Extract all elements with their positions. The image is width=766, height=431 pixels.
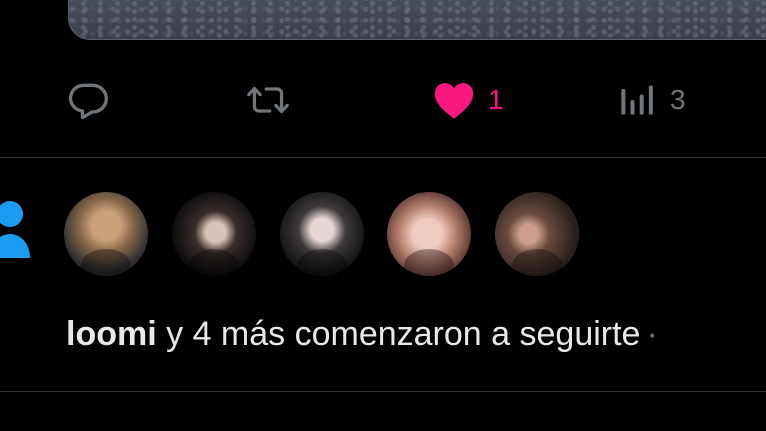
notification-message: y 4 más comenzaron a seguirte: [156, 315, 641, 353]
like-count: 1: [488, 84, 504, 115]
avatar-loomi[interactable]: [64, 192, 148, 276]
views-button[interactable]: 3: [614, 70, 686, 130]
like-button[interactable]: 1: [432, 70, 504, 130]
separator-dot: ·: [646, 315, 658, 353]
notification-username[interactable]: loomi: [66, 315, 157, 353]
views-icon: [614, 78, 658, 122]
avatar[interactable]: [495, 192, 579, 276]
notification-text[interactable]: loomi y 4 más comenzaron a seguirte ·: [66, 312, 766, 356]
avatar[interactable]: [172, 192, 256, 276]
retweet-button[interactable]: [246, 70, 290, 130]
reply-icon: [66, 78, 110, 122]
divider: [0, 157, 766, 158]
post-media-image[interactable]: [68, 0, 766, 40]
post-action-bar: 1 3: [0, 70, 766, 130]
screen: 1 3 loomi y 4 más comenzaron a seguirte …: [0, 0, 766, 431]
avatar[interactable]: [280, 192, 364, 276]
reply-button[interactable]: [66, 70, 110, 130]
retweet-icon: [246, 78, 290, 122]
views-count: 3: [670, 84, 686, 115]
person-icon: [0, 196, 34, 262]
avatar[interactable]: [387, 192, 471, 276]
heart-icon: [432, 78, 476, 122]
divider: [0, 391, 766, 392]
